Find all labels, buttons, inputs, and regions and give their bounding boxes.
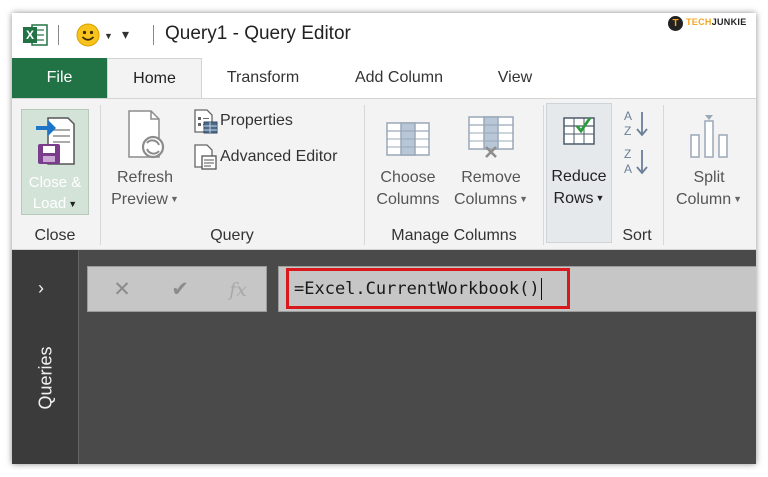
sort-descending-icon: Z A	[624, 147, 648, 176]
split-column-icon	[690, 115, 728, 158]
svg-text:Z: Z	[624, 124, 631, 138]
ribbon-home: Close & Load ▼ Close Refresh Preview ▼ P…	[12, 98, 756, 250]
window-title: Query1 - Query Editor	[165, 23, 351, 44]
watermark-logo-icon: T	[668, 16, 683, 31]
close-and-load-label-2: Load	[32, 195, 67, 212]
smiley-icon[interactable]	[76, 23, 100, 47]
svg-text:A: A	[624, 162, 632, 176]
excel-icon: X	[23, 24, 48, 46]
queries-pane-label: Queries	[35, 346, 56, 410]
techjunkie-watermark: T TECHJUNKIE	[668, 14, 756, 34]
customize-quick-access-icon[interactable]: ▾	[122, 26, 129, 43]
reduce-rows-button[interactable]: Reduce Rows ▼	[546, 103, 612, 243]
tab-file[interactable]: File	[12, 58, 107, 98]
queries-pane[interactable]: › Queries	[12, 250, 79, 464]
svg-text:Z: Z	[624, 147, 631, 161]
title-separator	[58, 25, 59, 45]
ribbon-tabs: File Home Transform Add Column View	[12, 58, 756, 99]
editor-main-area: › Queries ✕ ✔ fx =Excel.CurrentWorkbook(…	[12, 250, 756, 464]
split-label: Split	[693, 169, 725, 186]
properties-icon	[194, 109, 218, 134]
group-label-manage-columns: Manage Columns	[391, 227, 517, 244]
reduce-rows-icon	[563, 117, 595, 145]
remove-columns-label: Columns	[453, 191, 518, 208]
refresh-label: Refresh	[116, 169, 174, 186]
sort-descending-button[interactable]: Z A	[620, 145, 654, 179]
advanced-editor-button[interactable]: Advanced Editor	[190, 142, 370, 170]
choose-columns-button[interactable]: Choose Columns	[372, 105, 444, 215]
reduce-label: Reduce	[551, 168, 607, 185]
tab-transform[interactable]: Transform	[211, 58, 315, 98]
close-and-load-dropdown-icon: ▼	[68, 198, 78, 209]
sort-ascending-icon: A Z	[624, 109, 648, 138]
refresh-icon	[128, 110, 165, 159]
group-separator	[100, 105, 101, 245]
group-label-sort: Sort	[622, 227, 652, 244]
tab-add-column[interactable]: Add Column	[337, 58, 461, 98]
refresh-dropdown-icon: ▼	[169, 194, 179, 205]
smiley-dropdown-icon[interactable]: ▼	[104, 31, 113, 41]
formula-highlight-box: =Excel.CurrentWorkbook()	[286, 268, 570, 309]
group-separator	[663, 105, 664, 245]
remove-columns-dropdown-icon: ▼	[519, 194, 529, 205]
formula-input[interactable]: =Excel.CurrentWorkbook()	[294, 278, 542, 300]
remove-columns-icon	[468, 116, 514, 158]
cancel-formula-icon[interactable]: ✕	[108, 276, 136, 304]
refresh-preview-button[interactable]: Refresh Preview ▼	[105, 105, 185, 215]
group-separator	[364, 105, 365, 245]
split-column-label: Column	[675, 191, 732, 208]
watermark-text: TECHJUNKIE	[686, 17, 747, 27]
advanced-editor-icon	[194, 144, 217, 170]
group-separator	[543, 105, 544, 245]
expand-queries-icon[interactable]: ›	[38, 278, 44, 299]
insert-function-icon[interactable]: fx	[224, 276, 252, 304]
svg-text:A: A	[624, 109, 632, 123]
rows-label: Rows	[553, 190, 594, 207]
tab-view[interactable]: View	[480, 58, 550, 98]
text-cursor	[540, 278, 542, 300]
title-separator	[153, 25, 154, 45]
sort-ascending-button[interactable]: A Z	[620, 107, 654, 141]
tab-home[interactable]: Home	[107, 58, 202, 99]
remove-label: Remove	[461, 169, 521, 186]
advanced-editor-label: Advanced Editor	[220, 148, 338, 165]
choose-columns-icon	[386, 122, 430, 156]
commit-formula-icon[interactable]: ✔	[166, 276, 194, 304]
reduce-rows-dropdown-icon: ▼	[595, 193, 605, 204]
group-label-close: Close	[34, 227, 76, 244]
close-and-load-icon	[36, 117, 75, 165]
formula-bar-buttons: ✕ ✔ fx	[87, 266, 267, 312]
query-editor-window: X ▼ ▾ Query1 - Query Editor T TECHJUNKIE…	[12, 13, 756, 464]
close-and-load-label: Close &	[28, 174, 82, 191]
choose-label: Choose	[380, 169, 436, 186]
preview-label: Preview	[111, 191, 168, 208]
title-bar: X ▼ ▾ Query1 - Query Editor	[12, 13, 756, 58]
properties-button[interactable]: Properties	[190, 107, 340, 135]
remove-columns-button[interactable]: Remove Columns ▼	[446, 105, 536, 215]
properties-label: Properties	[220, 112, 293, 129]
svg-text:X: X	[26, 28, 34, 42]
split-column-dropdown-icon: ▼	[733, 194, 743, 205]
split-column-button[interactable]: Split Column ▼	[668, 105, 750, 215]
close-and-load-button[interactable]: Close & Load ▼	[21, 109, 89, 215]
group-label-query: Query	[210, 227, 254, 244]
formula-bar[interactable]: =Excel.CurrentWorkbook()	[278, 266, 756, 312]
choose-columns-label: Columns	[376, 191, 440, 208]
